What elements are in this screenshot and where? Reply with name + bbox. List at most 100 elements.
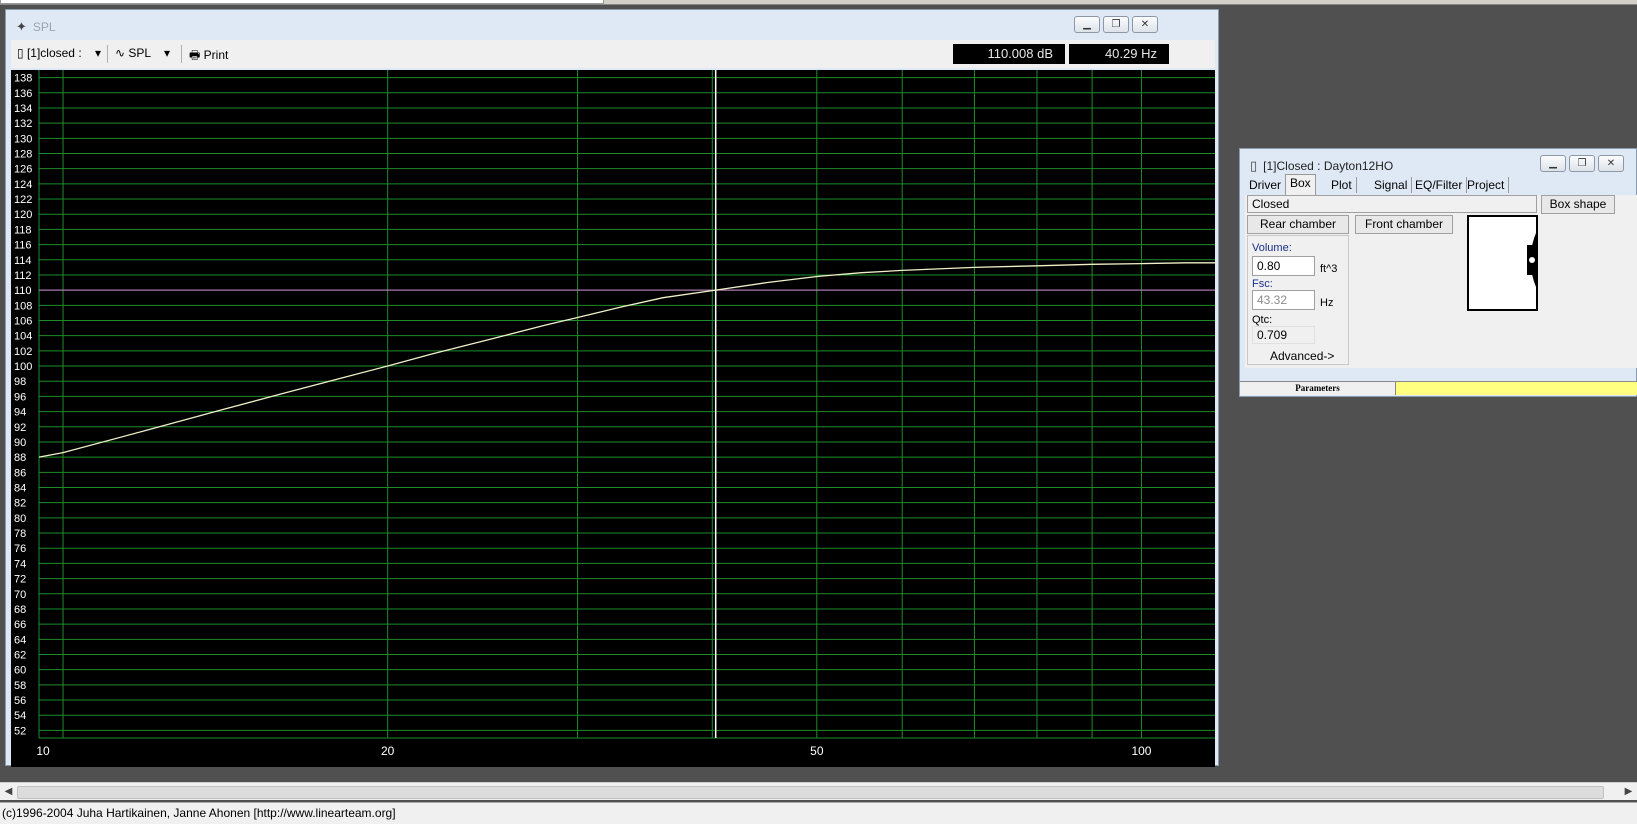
y-tick-label: 92 (14, 422, 26, 434)
y-tick-label: 78 (14, 528, 26, 540)
close-button[interactable]: ✕ (1132, 16, 1158, 33)
scroll-thumb[interactable] (17, 786, 1604, 799)
x-tick-label: 20 (381, 744, 395, 758)
copyright-text: (c)1996-2004 Juha Hartikainen, Janne Aho… (2, 806, 396, 820)
tab-plot[interactable]: Plot (1327, 177, 1357, 193)
volume-unit: ft^3 (1320, 263, 1338, 275)
y-tick-label: 60 (14, 665, 26, 677)
qtc-field: 0.709 (1252, 326, 1315, 344)
y-tick-label: 116 (14, 240, 32, 252)
box-shape-button[interactable]: Box shape (1541, 195, 1615, 214)
y-tick-label: 64 (14, 634, 26, 646)
scroll-right-icon[interactable]: ▶ (1620, 783, 1637, 800)
y-tick-label: 82 (14, 498, 26, 510)
y-tick-label: 98 (14, 376, 26, 388)
print-label: Print (203, 48, 229, 62)
fsc-unit: Hz (1320, 297, 1334, 309)
y-tick-label: 56 (14, 695, 26, 707)
x-tick-label: 50 (810, 744, 824, 758)
y-tick-label: 52 (14, 725, 26, 737)
box-statusbar: Parameters (1240, 381, 1637, 395)
minimize-button[interactable]: ▁ (1540, 155, 1566, 172)
y-tick-label: 102 (14, 346, 32, 358)
y-tick-label: 66 (14, 619, 26, 631)
y-tick-label: 104 (14, 331, 32, 343)
y-tick-label: 80 (14, 513, 26, 525)
fsc-label: Fsc: (1252, 278, 1273, 290)
spl-plot[interactable]: 52 54 56 58 60 62 64 66 68 70 72 74 76 78 80 82 84 86 88 90… (11, 70, 1215, 767)
parameters-panel: Parameters (1240, 382, 1396, 395)
y-tick-label: 90 (14, 437, 26, 449)
y-tick-label: 124 (14, 179, 32, 191)
waveform-icon: ∿ (115, 46, 126, 60)
advanced-button[interactable]: Advanced-> (1270, 349, 1334, 363)
box-type-field[interactable]: Closed (1247, 195, 1537, 213)
spl-window: ✦ SPL ▁ ❐ ✕ ▯ [1]closed : ▾ ∿ SPL ▾ 🖶 Pri… (5, 9, 1219, 767)
status-bar: (c)1996-2004 Juha Hartikainen, Janne Aho… (0, 802, 1637, 824)
y-tick-label: 136 (14, 88, 32, 100)
box-preview (1467, 215, 1538, 311)
y-tick-label: 58 (14, 680, 26, 692)
y-tick-label: 114 (14, 255, 32, 267)
y-tick-label: 74 (14, 558, 26, 570)
spl-window-title: SPL (32, 20, 56, 34)
scroll-left-icon[interactable]: ◀ (0, 783, 17, 800)
y-tick-label: 62 (14, 650, 26, 662)
chamber-group: Volume: 0.80 ft^3 Fsc: 43.32 Hz Qtc: 0.7… (1247, 235, 1349, 365)
volume-input[interactable]: 0.80 (1252, 256, 1315, 276)
dropdown-arrow-icon: ▾ (164, 46, 171, 60)
y-tick-label: 118 (14, 224, 32, 236)
horizontal-scrollbar[interactable]: ◀ ▶ (0, 782, 1637, 800)
top-tab[interactable] (0, 0, 604, 4)
plot-selector[interactable]: ∿ SPL ▾ (115, 46, 170, 60)
spl-curve (38, 262, 1215, 458)
tab-box[interactable]: Box (1285, 174, 1316, 195)
tab-project[interactable]: Project (1463, 177, 1510, 193)
y-tick-label: 84 (14, 483, 26, 495)
box-panel: Closed Box shape Rear chamber Front cham… (1245, 195, 1637, 368)
close-button[interactable]: ✕ (1598, 155, 1624, 172)
y-tick-label: 76 (14, 543, 26, 555)
spl-chart-svg: 52 54 56 58 60 62 64 66 68 70 72 74 76 78 80 82 84 86 88 90… (14, 70, 1215, 758)
spl-titlebar[interactable]: ✦ SPL ▁ ❐ ✕ (6, 10, 1218, 40)
print-button[interactable]: 🖶 Print (189, 46, 228, 67)
x-tick-label: 100 (1131, 744, 1151, 758)
y-tick-label: 134 (14, 103, 32, 115)
y-tick-label: 94 (14, 407, 26, 419)
box-window-title: [1]Closed : Dayton12HO (1263, 159, 1394, 173)
y-tick-label: 128 (14, 149, 32, 161)
y-tick-label: 110 (14, 285, 32, 297)
project-selector[interactable]: ▯ [1]closed : ▾ (17, 46, 101, 60)
project-selector-label: [1]closed : (26, 46, 82, 60)
box-tabs: Driver Box Plot Signal EQ/Filter Project (1245, 173, 1637, 195)
tab-eq-filter[interactable]: EQ/Filter (1411, 177, 1468, 193)
y-tick-label: 86 (14, 467, 26, 479)
spl-toolbar: ▯ [1]closed : ▾ ∿ SPL ▾ 🖶 Print 110.008 … (11, 40, 1215, 68)
y-tick-label: 68 (14, 604, 26, 616)
fsc-field: 43.32 (1252, 290, 1315, 310)
move-icon: ✦ (16, 19, 27, 34)
restore-button[interactable]: ❐ (1103, 16, 1129, 33)
rear-chamber-button[interactable]: Rear chamber (1247, 215, 1349, 234)
top-strip (0, 0, 1637, 5)
y-tick-label: 96 (14, 391, 26, 403)
y-tick-label: 130 (14, 133, 32, 145)
y-tick-label: 112 (14, 270, 32, 282)
hz-readout: 40.29 Hz (1069, 44, 1169, 64)
tab-signal[interactable]: Signal (1370, 177, 1413, 193)
printer-icon: 🖶 (189, 48, 201, 62)
y-tick-label: 108 (14, 300, 32, 312)
y-tick-label: 70 (14, 589, 26, 601)
tab-driver[interactable]: Driver (1245, 177, 1286, 193)
y-tick-label: 126 (14, 164, 32, 176)
y-tick-label: 106 (14, 316, 32, 328)
front-chamber-button[interactable]: Front chamber (1355, 215, 1453, 234)
restore-button[interactable]: ❐ (1569, 155, 1595, 172)
db-readout: 110.008 dB (953, 44, 1065, 64)
volume-label: Volume: (1252, 242, 1292, 254)
y-tick-label: 100 (14, 361, 32, 373)
minimize-button[interactable]: ▁ (1074, 16, 1100, 33)
y-tick-label: 88 (14, 452, 26, 464)
speaker-icon (1527, 233, 1536, 287)
y-tick-label: 72 (14, 574, 26, 586)
